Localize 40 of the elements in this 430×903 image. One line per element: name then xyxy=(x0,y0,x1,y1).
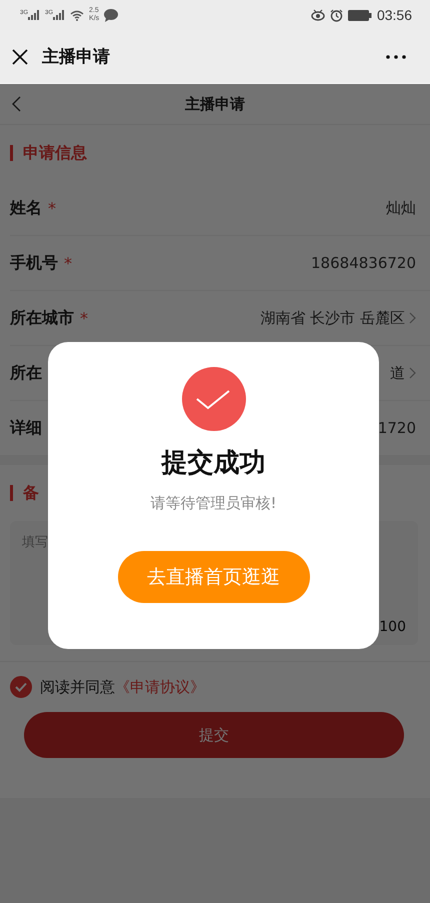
submit-button[interactable]: 提交 xyxy=(24,712,404,758)
field-label: 手机号 xyxy=(10,252,58,274)
signal-icon xyxy=(53,10,66,20)
wifi-icon xyxy=(70,10,84,20)
required-mark: * xyxy=(80,308,88,328)
battery-icon xyxy=(348,10,372,20)
clock-time: 03:56 xyxy=(376,7,412,23)
field-label: 姓名 xyxy=(10,198,42,218)
field-label: 详细 xyxy=(10,418,42,438)
char-counter: 100 xyxy=(379,619,406,635)
section-title: 申请信息 xyxy=(23,142,87,164)
chat-bubble-icon xyxy=(104,8,118,22)
page-title: 主播申请 xyxy=(185,94,245,114)
field-value: 湖南省 长沙市 岳麓区 xyxy=(260,308,405,328)
agree-text: 阅读并同意 xyxy=(40,678,115,696)
more-icon[interactable] xyxy=(386,54,406,58)
chevron-right-icon[interactable] xyxy=(409,312,416,324)
dialog-title: 提交成功 xyxy=(162,447,266,480)
field-label: 所在 xyxy=(10,362,42,384)
required-mark: * xyxy=(48,198,56,218)
checkmark-icon xyxy=(15,682,27,692)
field-label: 所在城市 xyxy=(10,308,74,328)
field-value: 灿灿 xyxy=(386,198,416,218)
go-home-button[interactable]: 去直播首页逛逛 xyxy=(118,551,310,603)
checkmark-icon xyxy=(182,367,246,431)
eye-icon xyxy=(310,9,325,21)
signal-icon xyxy=(28,10,40,20)
field-value: 1720 xyxy=(378,419,416,437)
dialog-message: 请等待管理员审核! xyxy=(150,494,276,513)
close-icon[interactable] xyxy=(12,48,28,64)
required-mark: * xyxy=(64,254,72,272)
chevron-right-icon[interactable] xyxy=(409,367,416,379)
alarm-icon xyxy=(330,8,343,22)
section-title: 备 xyxy=(23,482,39,504)
field-value: 18684836720 xyxy=(311,254,416,272)
field-value: 道 xyxy=(390,364,405,382)
agree-checkbox[interactable] xyxy=(10,676,32,698)
back-icon[interactable] xyxy=(12,96,21,112)
window-title: 主播申请 xyxy=(42,46,111,68)
agreement-link[interactable]: 《申请协议》 xyxy=(115,678,205,696)
